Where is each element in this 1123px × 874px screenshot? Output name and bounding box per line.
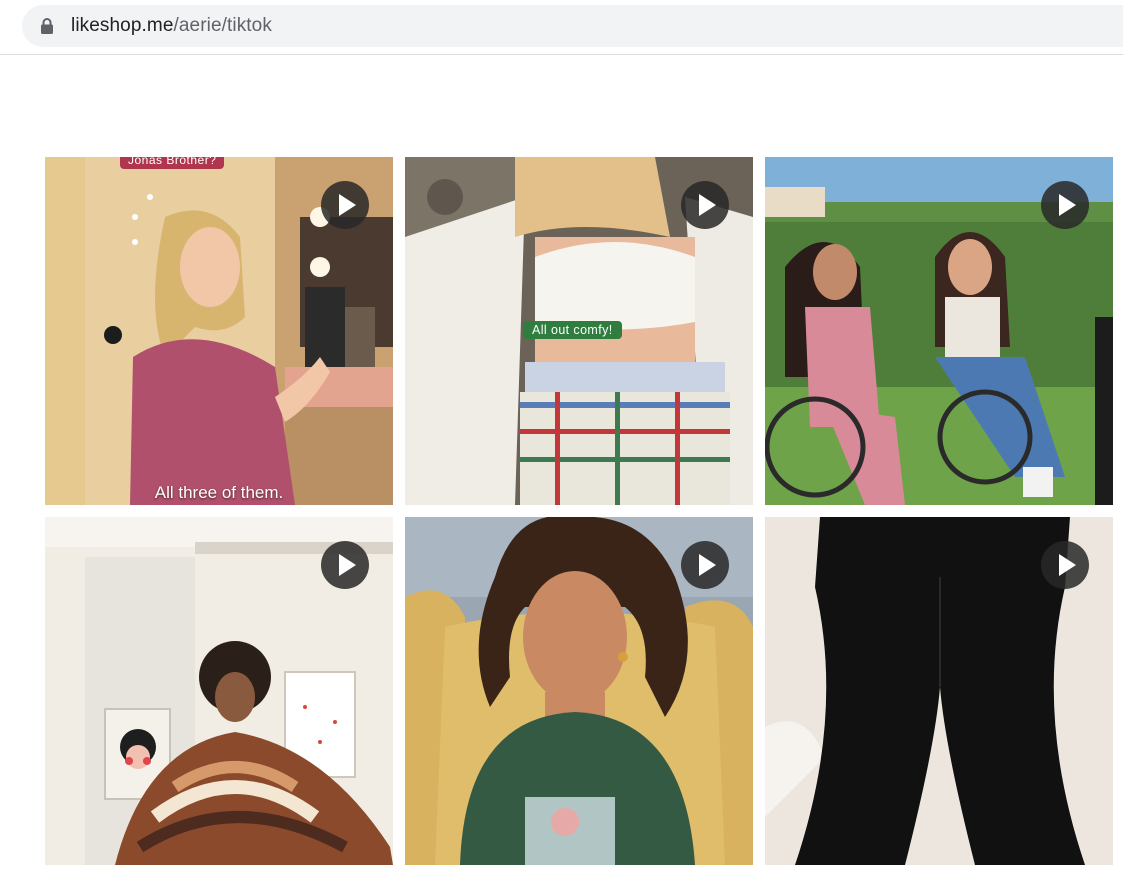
lock-icon[interactable]: [40, 17, 54, 35]
video-tile-1[interactable]: Jonas Brother? All three of them.: [45, 157, 393, 505]
browser-toolbar: likeshop.me/aerie/tiktok: [0, 0, 1123, 55]
video-grid: Jonas Brother? All three of them. All ou…: [45, 157, 1113, 865]
video-tile-4[interactable]: [45, 517, 393, 865]
url-host: likeshop.me: [71, 15, 174, 36]
video-tile-6[interactable]: [765, 517, 1113, 865]
tile-1-bottom-caption: All three of them.: [154, 483, 284, 502]
video-tile-5[interactable]: [405, 517, 753, 865]
url-text[interactable]: likeshop.me/aerie/tiktok: [71, 15, 272, 37]
url-path: /aerie/tiktok: [173, 15, 272, 36]
play-icon[interactable]: [321, 541, 369, 589]
play-icon[interactable]: [681, 181, 729, 229]
play-icon[interactable]: [1041, 181, 1089, 229]
tile-1-top-caption: Jonas Brother?: [120, 157, 225, 169]
address-bar[interactable]: likeshop.me/aerie/tiktok: [22, 5, 1123, 47]
tile-2-overlay-caption: All out comfy!: [523, 321, 622, 339]
video-tile-3[interactable]: [765, 157, 1113, 505]
play-icon[interactable]: [1041, 541, 1089, 589]
play-icon[interactable]: [321, 181, 369, 229]
play-icon[interactable]: [681, 541, 729, 589]
video-tile-2[interactable]: All out comfy!: [405, 157, 753, 505]
